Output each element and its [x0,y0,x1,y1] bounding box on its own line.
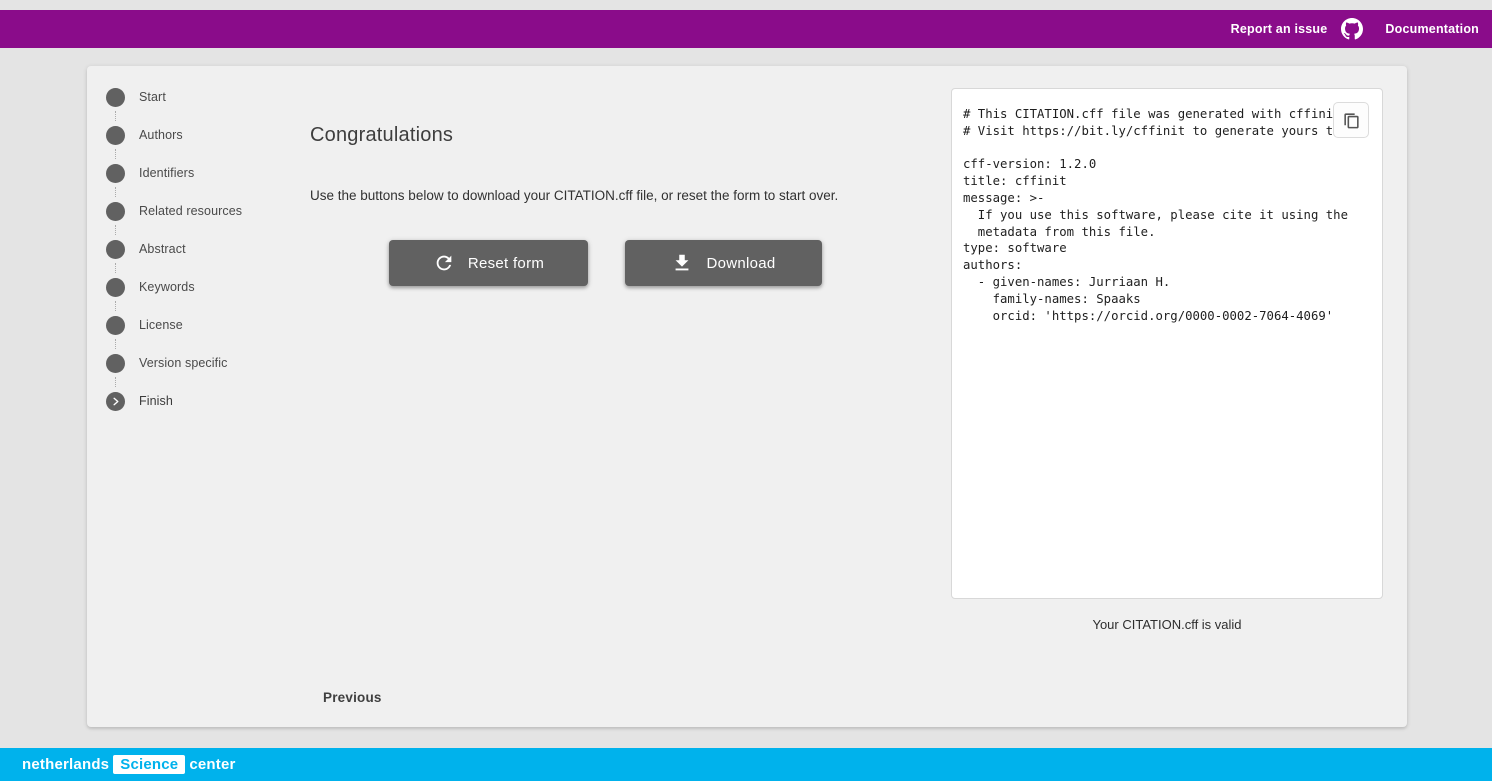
step-label: Start [139,90,166,104]
stepper-step-authors[interactable]: Authors [106,116,272,154]
stepper-step-finish[interactable]: Finish [106,382,272,420]
step-label: Finish [139,394,173,408]
stepper-step-related-resources[interactable]: Related resources [106,192,272,230]
download-label: Download [706,255,775,272]
footer-bar: netherlands Science center [0,748,1492,781]
stepper: Start Authors Identifiers Related resour… [106,78,272,420]
main-card: Start Authors Identifiers Related resour… [87,66,1407,727]
stepper-step-version-specific[interactable]: Version specific [106,344,272,382]
stepper-step-abstract[interactable]: Abstract [106,230,272,268]
step-circle-icon [106,278,125,297]
brand-highlight: Science [113,755,185,774]
step-circle-icon [106,88,125,107]
top-toolbar: Report an issue Documentation [0,10,1492,48]
step-circle-icon [106,392,125,411]
citation-preview-panel: # This CITATION.cff file was generated w… [951,88,1383,599]
step-circle-icon [106,316,125,335]
report-issue-link[interactable]: Report an issue [1231,22,1328,36]
step-label: Authors [139,128,183,142]
previous-button[interactable]: Previous [315,683,390,712]
step-label: License [139,318,183,332]
step-label: Version specific [139,356,227,370]
step-circle-icon [106,202,125,221]
documentation-link[interactable]: Documentation [1385,22,1479,36]
step-circle-icon [106,126,125,145]
reset-form-button[interactable]: Reset form [389,240,588,286]
step-circle-icon [106,164,125,183]
action-buttons: Reset form Download [389,240,822,286]
copy-icon [1342,111,1361,130]
escience-center-logo: netherlands Science center [22,755,236,774]
step-label: Abstract [139,242,186,256]
brand-prefix: netherlands [22,756,109,773]
github-icon[interactable] [1341,18,1363,40]
refresh-icon [433,252,455,274]
brand-suffix: center [189,756,235,773]
step-label: Identifiers [139,166,194,180]
step-label: Related resources [139,204,242,218]
reset-form-label: Reset form [468,255,544,272]
step-circle-icon [106,240,125,259]
step-label: Keywords [139,280,195,294]
stepper-step-identifiers[interactable]: Identifiers [106,154,272,192]
citation-code: # This CITATION.cff file was generated w… [952,89,1382,598]
step-circle-icon [106,354,125,373]
instruction-text: Use the buttons below to download your C… [310,188,838,203]
stepper-step-start[interactable]: Start [106,78,272,116]
stepper-step-keywords[interactable]: Keywords [106,268,272,306]
page-title: Congratulations [310,124,453,147]
download-button[interactable]: Download [625,240,822,286]
copy-button[interactable] [1333,102,1369,138]
validity-status: Your CITATION.cff is valid [951,617,1383,632]
chevron-right-icon [110,396,121,407]
stepper-step-license[interactable]: License [106,306,272,344]
download-icon [671,252,693,274]
